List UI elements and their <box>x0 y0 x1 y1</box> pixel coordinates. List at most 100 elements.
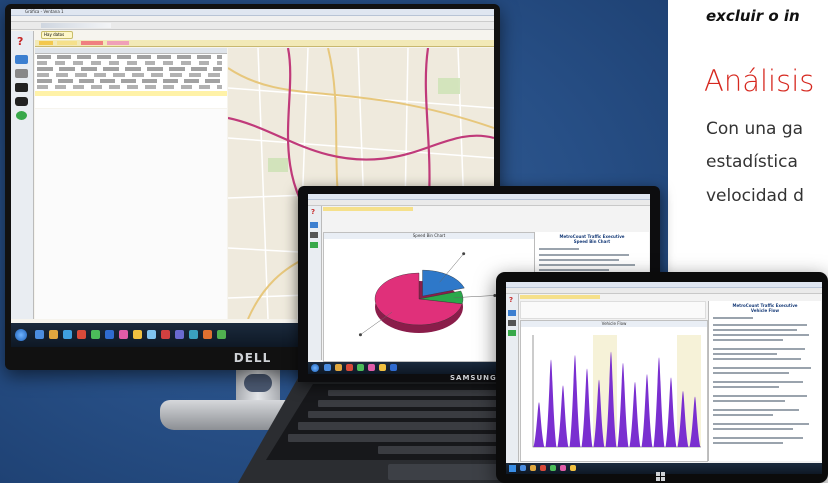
taskbar-app-icon[interactable] <box>77 330 86 339</box>
sidebar-tool-icon-3[interactable] <box>310 242 318 248</box>
flow-peak[interactable] <box>653 357 665 447</box>
flow-peak[interactable] <box>641 374 653 447</box>
table-row[interactable] <box>37 67 222 71</box>
taskbar-app-icon[interactable] <box>35 330 44 339</box>
report-line <box>713 317 753 319</box>
start-button-icon[interactable] <box>311 364 319 372</box>
monitor-tab-2[interactable] <box>57 41 77 45</box>
section-heading: Análisis <box>704 64 815 98</box>
report-line <box>713 367 811 369</box>
monitor-tab-4[interactable] <box>107 41 129 45</box>
pie-label-marker <box>462 252 466 256</box>
body-line-1: Con una ga <box>706 119 804 139</box>
sidebar-tool-icon-1[interactable] <box>310 222 318 228</box>
taskbar-app-icon[interactable] <box>324 364 331 371</box>
sidebar-tool-icon-5[interactable] <box>16 111 27 120</box>
flow-peak[interactable] <box>569 355 581 447</box>
flow-peak[interactable] <box>665 377 677 447</box>
report-subtitle: Vehicle Flow <box>750 308 780 313</box>
taskbar-app-icon[interactable] <box>346 364 353 371</box>
report-line <box>713 339 783 341</box>
laptop-brand-logo: SAMSUNG <box>450 374 497 382</box>
taskbar-app-icon[interactable] <box>203 330 212 339</box>
sidebar-tool-icon-2[interactable] <box>508 320 516 326</box>
report-line <box>713 409 799 411</box>
monitor-tab-strip <box>35 40 494 47</box>
taskbar-app-icon[interactable] <box>105 330 114 339</box>
monitor-empty-panel <box>35 109 227 319</box>
taskbar-app-icon[interactable] <box>49 330 58 339</box>
taskbar-app-icon[interactable] <box>530 465 536 471</box>
help-question-icon[interactable]: ? <box>311 208 315 216</box>
taskbar-app-icon[interactable] <box>175 330 184 339</box>
monitor-status-pill: Hay datos <box>41 31 73 39</box>
taskbar-app-icon[interactable] <box>560 465 566 471</box>
table-row[interactable] <box>37 85 222 89</box>
start-button-icon[interactable] <box>509 465 516 472</box>
sidebar-tool-icon-2[interactable] <box>15 69 28 78</box>
table-row[interactable] <box>37 61 222 65</box>
table-row[interactable] <box>37 73 222 77</box>
table-header <box>35 48 227 54</box>
taskbar-app-icon[interactable] <box>357 364 364 371</box>
flow-peak[interactable] <box>533 402 545 447</box>
monitor-data-table <box>35 48 227 108</box>
taskbar-app-icon[interactable] <box>550 465 556 471</box>
flow-peak[interactable] <box>557 385 569 447</box>
sidebar-tool-icon-3[interactable] <box>508 330 516 336</box>
laptop-tab-strip <box>323 207 413 211</box>
tablet-screen: ? Vehicle Flow MetroCount Traffic Execut… <box>506 282 822 474</box>
body-line-3: velocidad d <box>706 186 804 206</box>
help-question-icon[interactable]: ? <box>17 35 23 48</box>
laptop-toolbar <box>308 200 650 206</box>
report-line <box>713 428 793 430</box>
taskbar-app-icon[interactable] <box>335 364 342 371</box>
flow-peak[interactable] <box>581 368 593 447</box>
sidebar-tool-icon-1[interactable] <box>508 310 516 316</box>
tablet-sidebar: ? <box>506 294 519 462</box>
taskbar-app-icon[interactable] <box>63 330 72 339</box>
flow-peak[interactable] <box>629 382 641 447</box>
taskbar-app-icon[interactable] <box>368 364 375 371</box>
windows-logo-icon[interactable] <box>656 472 665 481</box>
sidebar-tool-icon-3[interactable] <box>15 83 28 92</box>
taskbar-app-icon[interactable] <box>91 330 100 339</box>
help-question-icon[interactable]: ? <box>509 296 513 304</box>
taskbar-app-icon[interactable] <box>147 330 156 339</box>
sidebar-tool-icon-4[interactable] <box>15 97 28 106</box>
sidebar-tool-icon-1[interactable] <box>15 55 28 64</box>
report-line <box>713 372 789 374</box>
report-line <box>713 414 773 416</box>
report-line <box>713 348 805 350</box>
flow-peak[interactable] <box>545 359 557 447</box>
laptop-sidebar: ? <box>308 206 322 360</box>
vehicle-flow-chart-panel: Vehicle Flow <box>520 320 708 462</box>
tablet-report-panel: MetroCount Traffic Executive Vehicle Flo… <box>708 301 821 461</box>
taskbar-app-icon[interactable] <box>520 465 526 471</box>
report-line <box>713 400 785 402</box>
sidebar-tool-icon-2[interactable] <box>310 232 318 238</box>
taskbar-app-icon[interactable] <box>390 364 397 371</box>
table-row-selected[interactable] <box>35 91 227 96</box>
monitor-tab-1[interactable] <box>39 41 53 45</box>
taskbar-app-icon[interactable] <box>540 465 546 471</box>
taskbar-app-icon[interactable] <box>161 330 170 339</box>
table-row[interactable] <box>37 55 222 59</box>
tablet-tab-strip <box>520 295 600 299</box>
report-line <box>713 395 807 397</box>
report-line <box>713 324 807 326</box>
taskbar-app-icon[interactable] <box>133 330 142 339</box>
taskbar-app-icon[interactable] <box>379 364 386 371</box>
monitor-tab-3[interactable] <box>81 41 103 45</box>
taskbar-app-icon[interactable] <box>217 330 226 339</box>
report-line <box>539 264 635 266</box>
taskbar-app-icon[interactable] <box>189 330 198 339</box>
table-row[interactable] <box>37 79 222 83</box>
start-button-icon[interactable] <box>15 329 27 341</box>
taskbar-app-icon[interactable] <box>570 465 576 471</box>
flow-peak[interactable] <box>617 363 629 447</box>
report-line <box>713 329 797 331</box>
vehicle-flow-area-chart <box>532 335 701 448</box>
taskbar-app-icon[interactable] <box>119 330 128 339</box>
report-subtitle: Speed Bin Chart <box>573 239 611 244</box>
